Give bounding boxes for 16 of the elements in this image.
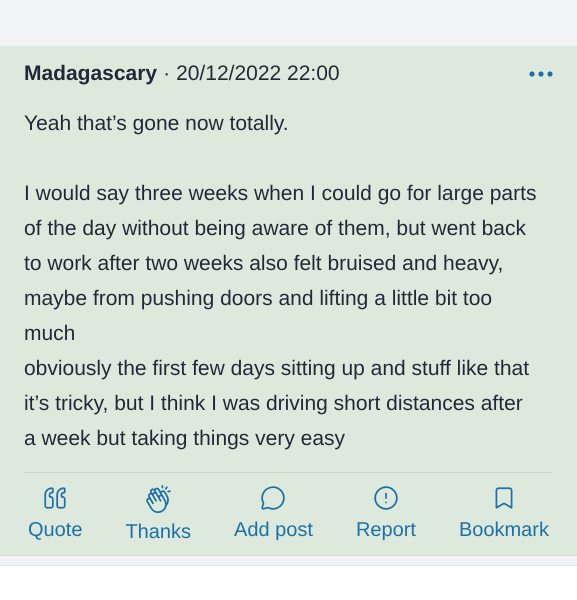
post-paragraph: Yeah that’s gone now totally. (24, 110, 290, 136)
post-action-button[interactable]: Bookmark (454, 484, 553, 546)
post-timestamp: 20/12/2022 22:00 (176, 61, 340, 87)
more-icon (529, 70, 553, 77)
post-paragraph: I would say three weeks when I could go for large parts of the day without being aware of them, but went back to work after two weeks also felt bruised and heavy, maybe from pushing doors and lifting a little bit too much obviously the first few days sitting up and stuff like that it’s tricky, but I think I was driving short distances after a week but taking things very easy (24, 180, 538, 452)
clapping-hands-icon (144, 484, 172, 512)
post-action-button[interactable]: Thanks (121, 484, 196, 546)
quote-icon (42, 484, 68, 510)
more-options-button[interactable] (529, 70, 553, 77)
author-name[interactable]: Madagascary (24, 58, 158, 90)
post-action-button[interactable]: Add post (230, 484, 317, 546)
post-action-button[interactable]: Quote (24, 484, 86, 546)
post-action-button[interactable]: Report (352, 484, 420, 546)
separator-dot: · (163, 61, 170, 87)
exclamation-circle-icon (372, 484, 399, 510)
speech-bubble-icon (260, 484, 286, 510)
